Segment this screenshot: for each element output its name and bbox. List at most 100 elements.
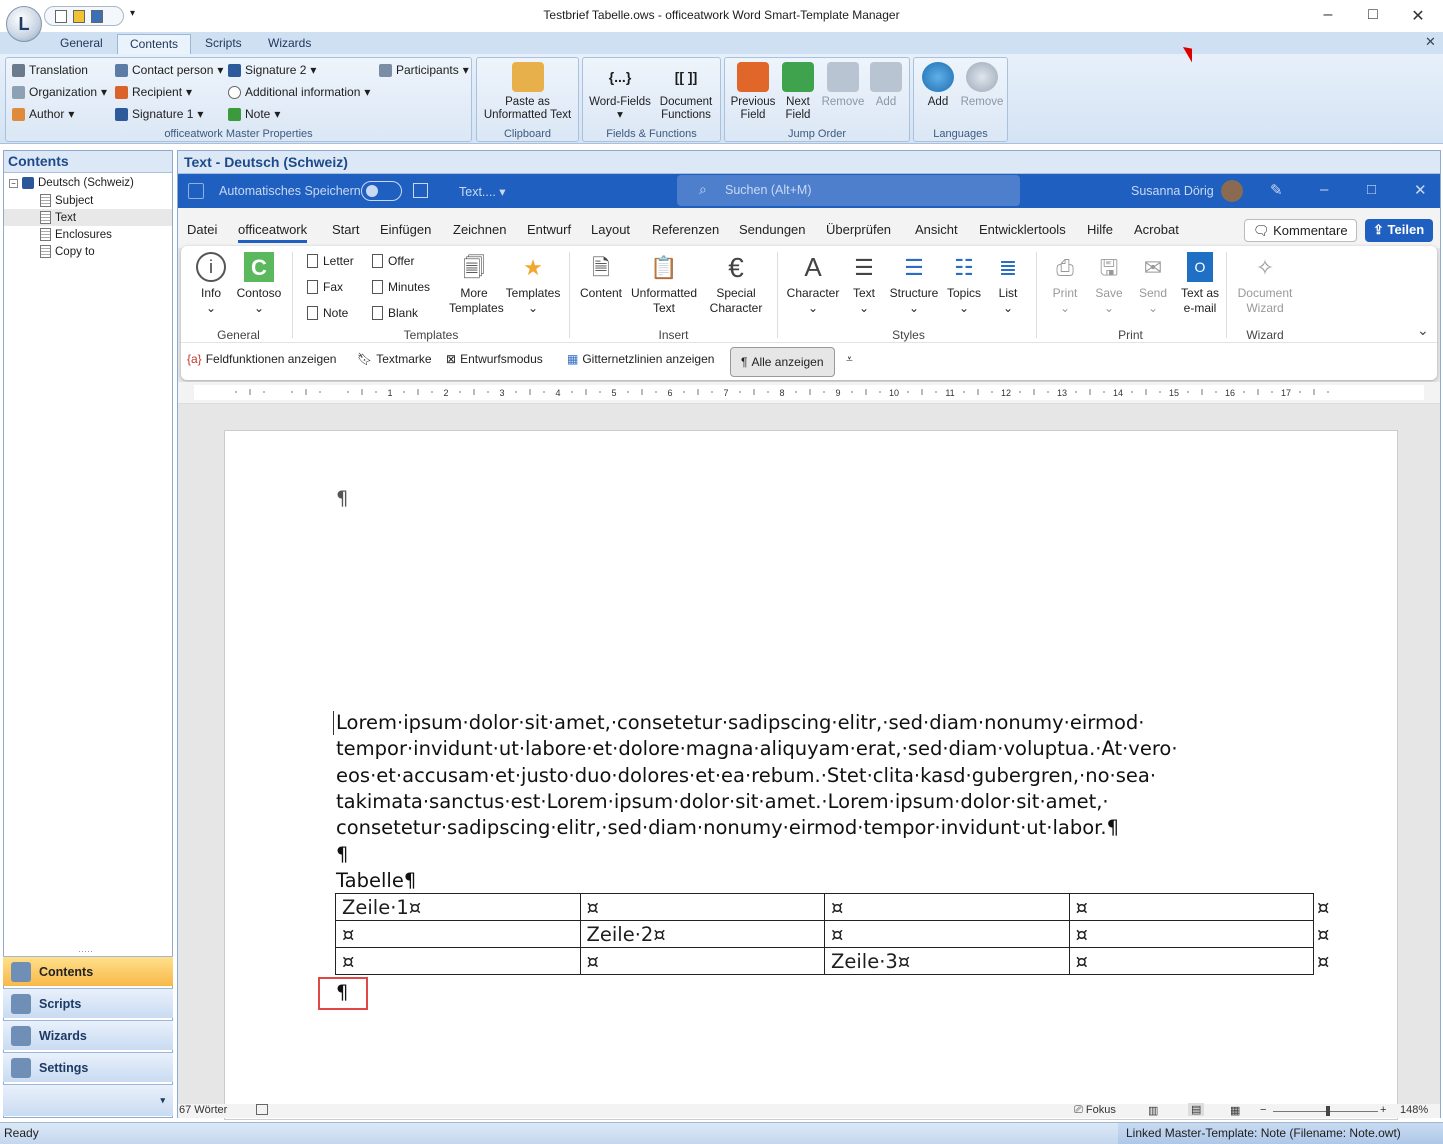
table-cell[interactable]: ¤ — [335, 947, 581, 975]
web-layout-icon[interactable]: ▦ — [1230, 1104, 1240, 1117]
bookmark-button[interactable]: 🔖︎ Textmarke — [357, 352, 432, 366]
document-functions-button[interactable]: [[ ]] Document Functions — [653, 62, 719, 122]
pen-icon[interactable]: ✎ — [1270, 181, 1283, 199]
nav-more[interactable]: ▾ — [3, 1084, 173, 1116]
table-cell[interactable]: Zeile·1¤ — [335, 893, 581, 921]
gridlines-button[interactable]: ▦ Gitternetzlinien anzeigen — [567, 352, 714, 366]
additional-info-button[interactable]: Additional information ▾ — [228, 85, 370, 99]
text-as-email-button[interactable]: O Text as e-mail — [1175, 252, 1225, 316]
body-line-2[interactable]: tempor·invidunt·ut·labore·et·dolore·magn… — [336, 736, 1178, 762]
word-maximize-icon[interactable]: □ — [1367, 181, 1376, 198]
empty-paragraph[interactable]: ¶ — [336, 842, 348, 868]
table-cell[interactable]: ¤ — [335, 920, 581, 948]
author-button[interactable]: Author ▾ — [12, 107, 74, 121]
word-minimize-icon[interactable]: – — [1320, 181, 1328, 198]
nav-wizards[interactable]: Wizards — [3, 1020, 173, 1050]
paste-unformatted-button[interactable]: Paste as Unformatted Text — [480, 62, 575, 122]
template-blank[interactable]: Blank — [372, 306, 418, 320]
menu-acrobat[interactable]: Acrobat — [1134, 222, 1179, 237]
tab-wizards[interactable]: Wizards — [256, 34, 323, 54]
menu-sendungen[interactable]: Sendungen — [739, 222, 806, 237]
nav-settings[interactable]: Settings — [3, 1052, 173, 1082]
previous-field-button[interactable]: Previous Field — [729, 62, 777, 122]
body-line-5[interactable]: consetetur·sadipscing·elitr,·sed·diam·no… — [336, 815, 1119, 841]
menu-entwurf[interactable]: Entwurf — [527, 222, 571, 237]
remove-jump-button[interactable]: Remove — [820, 62, 866, 109]
organization-button[interactable]: Organization ▾ — [12, 85, 107, 99]
menu-layout[interactable]: Layout — [591, 222, 630, 237]
menu-entwicklertools[interactable]: Entwicklertools — [979, 222, 1066, 237]
save-doc-button[interactable]: 🖫 Save ⌄ — [1087, 252, 1131, 316]
zoom-level[interactable]: 148% — [1400, 1104, 1428, 1116]
collapse-icon[interactable]: − — [9, 178, 18, 188]
note-button[interactable]: Note ▾ — [228, 107, 280, 121]
splitter-grip[interactable]: ····· — [78, 946, 93, 956]
table-cell[interactable]: ¤ — [824, 893, 1070, 921]
table-cell[interactable]: Zeile·3¤ — [824, 947, 1070, 975]
document-table[interactable]: Zeile·1¤ ¤ ¤ ¤ ¤ Zeile·2¤ ¤ ¤ ¤ ¤ Zeile·… — [335, 893, 1314, 975]
next-field-button[interactable]: Next Field — [775, 62, 821, 122]
tree-item-enclosures[interactable]: Enclosures — [40, 228, 112, 241]
horizontal-ruler[interactable]: 1 2 3 4 5 6 7 8 9 10 11 12 13 14 15 16 17 — [178, 382, 1440, 404]
participants-button[interactable]: Participants ▾ — [379, 63, 469, 77]
zoom-thumb[interactable] — [1326, 1106, 1330, 1116]
character-style-button[interactable]: A Character ⌄ — [783, 252, 843, 316]
table-cell[interactable]: ¤ — [1068, 893, 1314, 921]
tree-item-text[interactable]: Text — [4, 209, 172, 226]
word-close-icon[interactable]: ✕ — [1414, 181, 1427, 199]
proofing-icon[interactable] — [256, 1104, 268, 1115]
table-cell[interactable]: ¤ — [579, 947, 825, 975]
add-jump-button[interactable]: Add — [865, 62, 907, 109]
template-fax[interactable]: Fax — [307, 280, 343, 294]
word-fields-button[interactable]: {...} Word-Fields ▾ — [587, 62, 653, 122]
menu-hilfe[interactable]: Hilfe — [1087, 222, 1113, 237]
menu-start[interactable]: Start — [332, 222, 359, 237]
nav-contents[interactable]: Contents — [3, 956, 173, 986]
remove-language-button[interactable]: Remove — [960, 62, 1004, 109]
more-templates-button[interactable]: 🗐 More Templates — [449, 252, 504, 316]
template-letter[interactable]: Letter — [307, 254, 354, 268]
templates-button[interactable]: ★ Templates ⌄ — [503, 252, 563, 316]
autosave-toggle[interactable] — [361, 181, 402, 201]
menu-officeatwork[interactable]: officeatwork — [238, 222, 308, 243]
minimize-icon[interactable]: – — [1318, 6, 1338, 24]
translation-button[interactable]: Translation — [12, 63, 88, 77]
doc-name[interactable]: Text.... ▾ — [459, 184, 506, 199]
empty-paragraph[interactable]: ¶ — [336, 980, 348, 1006]
print-button[interactable]: ⎙ Print ⌄ — [1043, 252, 1087, 316]
ribbon-close-icon[interactable]: ✕ — [1425, 34, 1436, 50]
text-style-button[interactable]: ☰ Text ⌄ — [844, 252, 884, 316]
avatar[interactable] — [1221, 180, 1243, 202]
field-codes-toggle[interactable]: {a} Feldfunktionen anzeigen — [187, 352, 336, 366]
signature2-button[interactable]: Signature 2 ▾ — [228, 63, 316, 77]
menu-referenzen[interactable]: Referenzen — [652, 222, 719, 237]
topics-style-button[interactable]: ☷ Topics ⌄ — [941, 252, 987, 316]
body-line-1[interactable]: Lorem·ipsum·dolor·sit·amet,·consetetur·s… — [336, 710, 1144, 736]
tree-item-subject[interactable]: Subject — [40, 194, 93, 207]
tree-item-copy-to[interactable]: Copy to — [40, 245, 95, 258]
tab-general[interactable]: General — [48, 34, 115, 54]
maximize-icon[interactable]: □ — [1363, 6, 1383, 24]
menu-einfuegen[interactable]: Einfügen — [380, 222, 431, 237]
info-button[interactable]: i Info ⌄ — [193, 252, 229, 316]
search-input[interactable]: ⌕ Suchen (Alt+M) — [677, 175, 1020, 206]
tab-contents[interactable]: Contents — [117, 34, 192, 54]
table-cell[interactable]: ¤ — [579, 893, 825, 921]
table-cell[interactable]: ¤ — [824, 920, 1070, 948]
app-menu-button[interactable]: L — [6, 6, 42, 42]
content-button[interactable]: 🗎 Content — [576, 252, 626, 301]
body-line-3[interactable]: eos·et·accusam·et·justo·duo·dolores·et·e… — [336, 763, 1156, 789]
read-mode-icon[interactable]: ▥ — [1148, 1104, 1158, 1117]
zoom-out-icon[interactable]: − — [1260, 1104, 1266, 1116]
ribbon-collapse-icon[interactable]: ⌄ — [1417, 322, 1429, 339]
nav-scripts[interactable]: Scripts — [3, 988, 173, 1018]
table-heading[interactable]: Tabelle¶ — [336, 868, 416, 894]
recipient-button[interactable]: Recipient ▾ — [115, 85, 192, 99]
table-cell[interactable]: Zeile·2¤ — [579, 920, 825, 948]
table-cell[interactable]: ¤ — [1068, 920, 1314, 948]
menu-ansicht[interactable]: Ansicht — [915, 222, 958, 237]
design-mode-button[interactable]: ⊠ Entwurfsmodus — [446, 352, 543, 366]
empty-paragraph[interactable]: ¶ — [336, 486, 348, 512]
document-wizard-button[interactable]: ✧ Document Wizard — [1233, 252, 1297, 316]
share-button[interactable]: ⇪ Teilen — [1365, 219, 1433, 242]
